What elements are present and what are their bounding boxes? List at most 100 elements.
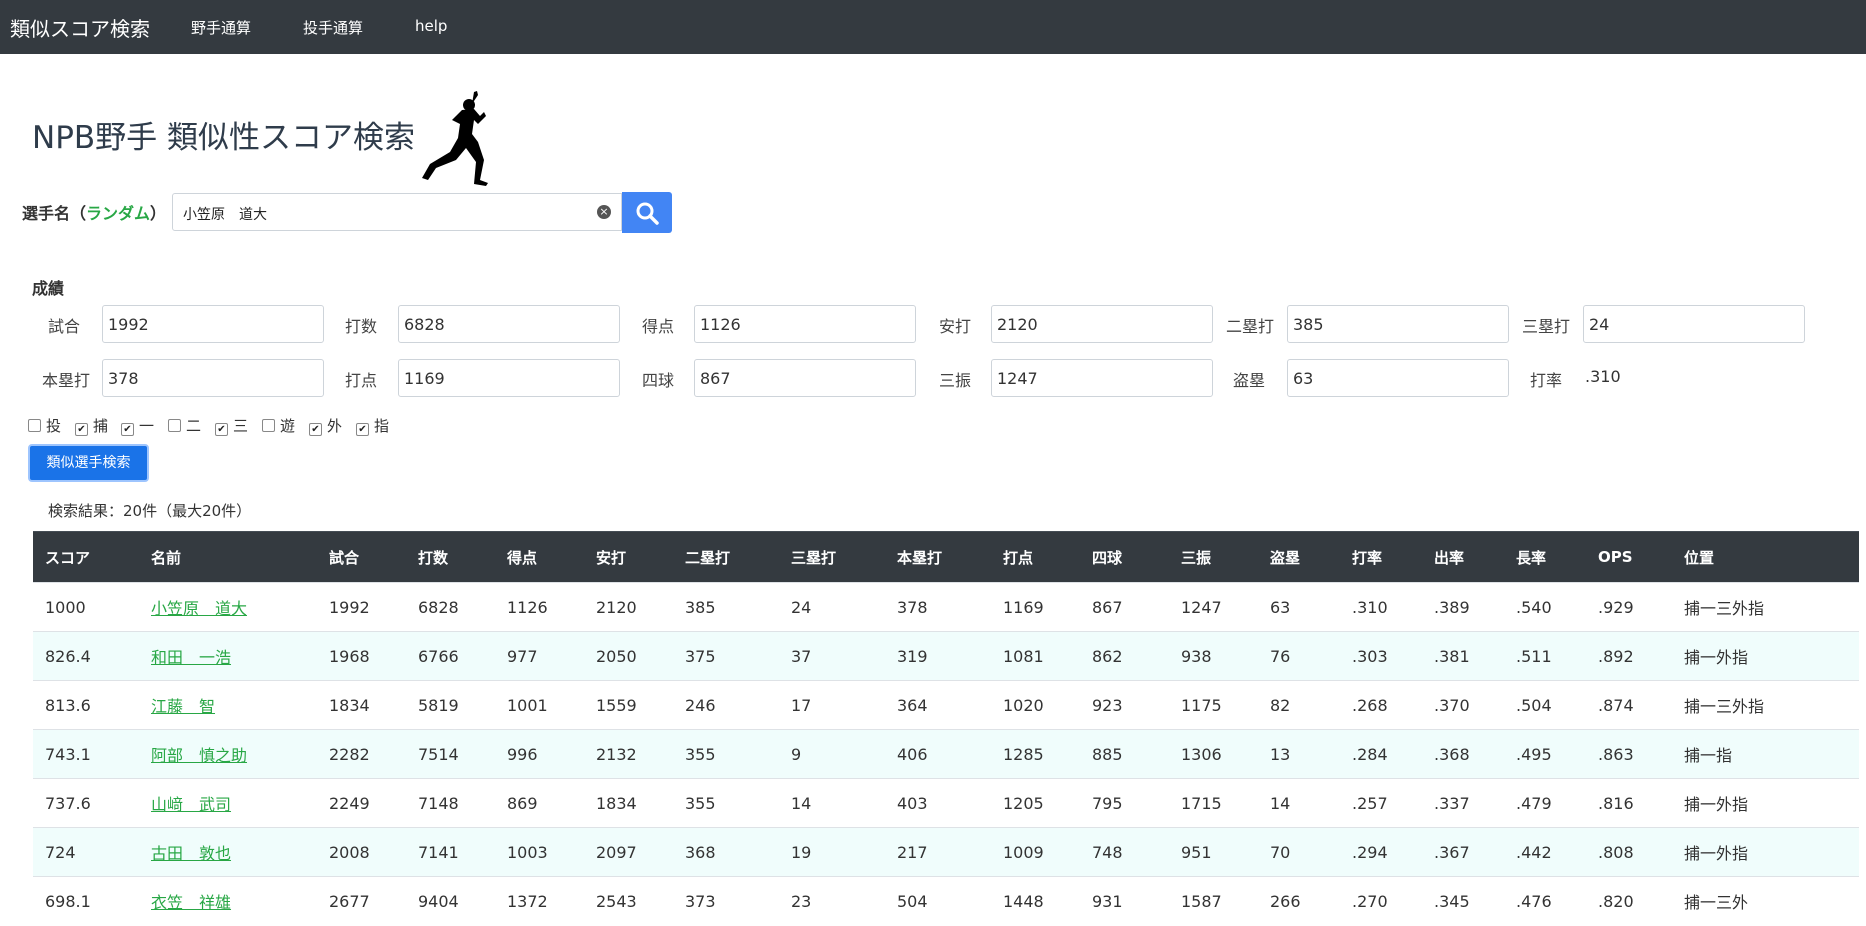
- column-header[interactable]: スコア: [33, 531, 139, 583]
- position-checkbox-pitcher[interactable]: 投: [28, 415, 61, 436]
- column-header[interactable]: 名前: [139, 531, 317, 583]
- result-count: 検索結果：20件（最大20件）: [48, 502, 252, 520]
- table-cell: 2677: [317, 876, 406, 925]
- checkbox-icon: [262, 419, 275, 432]
- column-header[interactable]: 四球: [1080, 531, 1169, 583]
- checkbox-icon: ✔: [121, 423, 134, 436]
- player-name-link[interactable]: 和田 一浩: [151, 648, 231, 667]
- column-header[interactable]: 三振: [1169, 531, 1258, 583]
- player-name-link[interactable]: 江藤 智: [151, 697, 215, 716]
- stat-input-games[interactable]: [102, 305, 324, 343]
- table-cell: .442: [1504, 827, 1586, 877]
- table-cell: 7514: [406, 729, 495, 779]
- table-row: 737.6 山﨑 武司 2249 7148 869 1834 355 14 403 1205 795…: [33, 778, 1859, 828]
- column-header[interactable]: 三塁打: [779, 531, 885, 583]
- stat-input-at-bats[interactable]: [398, 305, 620, 343]
- table-cell: 7148: [406, 778, 495, 828]
- player-search-input[interactable]: 小笠原 道大 ×: [172, 193, 622, 231]
- player-name-link[interactable]: 山﨑 武司: [151, 795, 231, 814]
- position-checkbox-catcher[interactable]: ✔ 捕: [75, 415, 108, 436]
- stat-input-walks[interactable]: [694, 359, 916, 397]
- table-cell: .863: [1586, 729, 1672, 779]
- table-cell: 2008: [317, 827, 406, 877]
- stat-input-triples[interactable]: [1583, 305, 1805, 343]
- position-checkbox-short[interactable]: 遊: [262, 415, 295, 436]
- column-header[interactable]: 打点: [991, 531, 1080, 583]
- nav-link-help[interactable]: help: [415, 17, 447, 35]
- table-cell: 364: [885, 680, 991, 730]
- table-cell: 403: [885, 778, 991, 828]
- stat-input-hits[interactable]: [991, 305, 1213, 343]
- column-header[interactable]: 二塁打: [673, 531, 779, 583]
- stat-label-runs: 得点: [641, 317, 674, 336]
- random-link[interactable]: ランダム: [86, 204, 150, 223]
- table-cell: 5819: [406, 680, 495, 730]
- table-cell: 14: [779, 778, 885, 828]
- table-cell: .816: [1586, 778, 1672, 828]
- table-cell: 931: [1080, 876, 1169, 925]
- table-row: 1000 小笠原 道大 1992 6828 1126 2120 385 24 378 1169 86…: [33, 582, 1859, 632]
- column-header[interactable]: 盗塁: [1258, 531, 1340, 583]
- similar-player-search-button[interactable]: 類似選手検索: [28, 444, 149, 482]
- table-cell: .337: [1422, 778, 1504, 828]
- stat-input-runs[interactable]: [694, 305, 916, 343]
- table-cell: 捕一指: [1672, 729, 1859, 779]
- column-header[interactable]: 安打: [584, 531, 673, 583]
- table-row: 813.6 江藤 智 1834 5819 1001 1559 246 17 364 1020 923…: [33, 680, 1859, 730]
- nav-link-batters[interactable]: 野手通算: [191, 17, 251, 38]
- column-header[interactable]: 打数: [406, 531, 495, 583]
- player-name-link[interactable]: 衣笠 祥雄: [151, 893, 231, 912]
- table-cell: 951: [1169, 827, 1258, 877]
- search-button[interactable]: [622, 192, 672, 233]
- stat-input-strikeouts[interactable]: [991, 359, 1213, 397]
- nav-link-pitchers[interactable]: 投手通算: [303, 17, 363, 38]
- position-checkbox-third[interactable]: ✔ 三: [215, 415, 248, 436]
- checkbox-icon: ✔: [356, 423, 369, 436]
- column-header[interactable]: 打率: [1340, 531, 1422, 583]
- stat-input-doubles[interactable]: [1287, 305, 1509, 343]
- stat-input-home-runs[interactable]: [102, 359, 324, 397]
- stat-input-rbi[interactable]: [398, 359, 620, 397]
- player-name-link[interactable]: 古田 敦也: [151, 844, 231, 863]
- table-cell: 1169: [991, 582, 1080, 632]
- table-cell: 1306: [1169, 729, 1258, 779]
- navbar-brand[interactable]: 類似スコア検索: [10, 13, 150, 42]
- position-checkbox-second[interactable]: 二: [168, 415, 201, 436]
- table-cell: 1009: [991, 827, 1080, 877]
- table-row: 724 古田 敦也 2008 7141 1003 2097 368 19 217 1009 748 9…: [33, 827, 1859, 877]
- stats-section-label: 成績: [32, 279, 65, 298]
- table-cell: 1000: [33, 582, 139, 632]
- table-cell: 2097: [584, 827, 673, 877]
- table-cell: 1968: [317, 631, 406, 681]
- checkbox-icon: ✔: [215, 423, 228, 436]
- column-header[interactable]: 得点: [495, 531, 584, 583]
- table-cell: .368: [1422, 729, 1504, 779]
- stat-input-steals[interactable]: [1287, 359, 1509, 397]
- table-cell: .874: [1586, 680, 1672, 730]
- table-cell: 1081: [991, 631, 1080, 681]
- table-cell: 1559: [584, 680, 673, 730]
- column-header[interactable]: 出率: [1422, 531, 1504, 583]
- column-header[interactable]: 試合: [317, 531, 406, 583]
- column-header[interactable]: 位置: [1672, 531, 1859, 583]
- checkbox-icon: [168, 419, 181, 432]
- position-checkbox-dh[interactable]: ✔ 指: [356, 415, 389, 436]
- stat-label-rbi: 打点: [344, 371, 377, 390]
- table-header-row: スコア 名前 試合 打数 得点 安打 二塁打 三塁打 本塁打 打点 四球 三振 …: [33, 531, 1859, 583]
- table-cell: 504: [885, 876, 991, 925]
- player-name-link[interactable]: 阿部 慎之助: [151, 746, 247, 765]
- stat-label-triples: 三塁打: [1521, 317, 1570, 336]
- stat-label-hits: 安打: [938, 317, 971, 336]
- column-header[interactable]: 本塁打: [885, 531, 991, 583]
- table-cell: 63: [1258, 582, 1340, 632]
- table-cell: 1001: [495, 680, 584, 730]
- table-cell: 938: [1169, 631, 1258, 681]
- table-cell: 捕一外指: [1672, 827, 1859, 877]
- column-header[interactable]: 長率: [1504, 531, 1586, 583]
- clear-icon[interactable]: ×: [597, 205, 611, 219]
- position-checkbox-first[interactable]: ✔ 一: [121, 415, 154, 436]
- column-header[interactable]: OPS: [1586, 531, 1672, 583]
- player-name-link[interactable]: 小笠原 道大: [151, 599, 247, 618]
- table-cell: 698.1: [33, 876, 139, 925]
- position-checkbox-outfield[interactable]: ✔ 外: [309, 415, 342, 436]
